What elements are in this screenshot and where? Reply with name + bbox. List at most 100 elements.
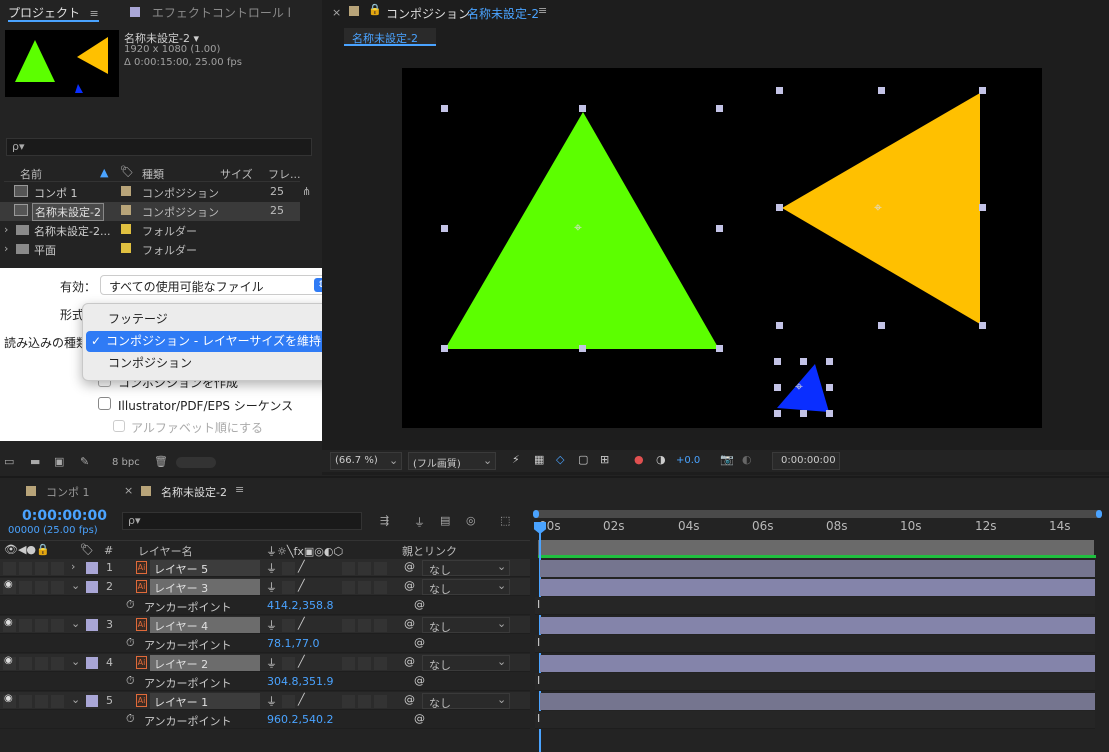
transform-handle[interactable] bbox=[716, 345, 723, 352]
new-folder-icon[interactable]: ▬ bbox=[30, 455, 40, 468]
expression-pickwhip-icon[interactable]: @ bbox=[414, 636, 425, 649]
anchor-value[interactable]: 414.2,358.8 bbox=[267, 599, 333, 612]
layer-row[interactable]: › 1 Ai レイヤー 5 ⏚ ╱ @ なし ⌄ bbox=[0, 559, 530, 577]
collapse-switch-icon[interactable]: ⏚ bbox=[266, 655, 277, 671]
layer-duration-bar[interactable] bbox=[540, 655, 1095, 672]
quality-switch[interactable] bbox=[282, 619, 295, 632]
transform-handle[interactable] bbox=[979, 204, 986, 211]
comp-flowchart-icon[interactable]: ⇶ bbox=[380, 514, 389, 527]
transform-handle[interactable] bbox=[878, 87, 885, 94]
quality-select[interactable]: (フル画質) ⌄ bbox=[408, 452, 496, 470]
layer-label-swatch[interactable] bbox=[86, 657, 98, 669]
solo-toggle[interactable] bbox=[35, 657, 48, 670]
search-input[interactable]: ρ▾ bbox=[6, 138, 312, 156]
quality-line-icon[interactable]: ╱ bbox=[298, 655, 305, 668]
chevron-right-icon[interactable]: › bbox=[4, 242, 8, 255]
menu-item-comp[interactable]: コンポジション bbox=[86, 353, 334, 374]
mask-visibility-icon[interactable]: ◇ bbox=[556, 453, 564, 466]
transform-handle[interactable] bbox=[776, 322, 783, 329]
collapse-switch-icon[interactable]: ⏚ bbox=[266, 560, 277, 576]
layer-label-swatch[interactable] bbox=[86, 562, 98, 574]
switch-box[interactable] bbox=[358, 562, 371, 575]
pickwhip-icon[interactable]: @ bbox=[404, 617, 415, 630]
layer-row[interactable]: ◉ ⌄ 3 Ai レイヤー 4 ⏚ ╱ @ なし ⌄ bbox=[0, 616, 530, 634]
fast-preview-icon[interactable]: ⚡ bbox=[512, 453, 520, 466]
graph-editor-icon[interactable]: ⬚ bbox=[500, 514, 510, 527]
transform-handle[interactable] bbox=[776, 204, 783, 211]
quality-line-icon[interactable]: ╱ bbox=[298, 560, 305, 573]
chevron-down-icon[interactable]: ⌄ bbox=[71, 579, 80, 592]
switch-box[interactable] bbox=[358, 581, 371, 594]
menu-icon[interactable]: ≡ bbox=[538, 4, 547, 17]
visibility-toggle[interactable]: ◉ bbox=[3, 693, 16, 708]
parent-select[interactable]: なし ⌄ bbox=[422, 579, 510, 596]
lock-toggle[interactable] bbox=[51, 619, 64, 632]
collapse-switch-icon[interactable]: ⏚ bbox=[266, 617, 277, 633]
flowchart-icon[interactable]: ⋔ bbox=[302, 185, 311, 198]
parent-select[interactable]: なし ⌄ bbox=[422, 693, 510, 710]
expression-pickwhip-icon[interactable]: @ bbox=[414, 674, 425, 687]
transform-handle[interactable] bbox=[579, 345, 586, 352]
region-of-interest-icon[interactable]: ▢ bbox=[578, 453, 588, 466]
motion-blur-icon[interactable]: ◎ bbox=[466, 514, 476, 527]
anchor-point-icon[interactable]: ⌖ bbox=[874, 200, 882, 216]
keyframe-marker-icon[interactable]: I bbox=[537, 598, 540, 611]
layer-duration-bar[interactable] bbox=[540, 579, 1095, 596]
solo-toggle[interactable] bbox=[35, 619, 48, 632]
switch-box[interactable] bbox=[342, 695, 355, 708]
comp-subtab[interactable]: 名称未設定-2 bbox=[344, 28, 436, 46]
effects-tab[interactable]: エフェクトコントロール l bbox=[130, 4, 291, 21]
parent-select[interactable]: なし ⌄ bbox=[422, 560, 510, 577]
switch-box[interactable] bbox=[374, 619, 387, 632]
lock-toggle[interactable] bbox=[51, 657, 64, 670]
anchor-point-icon[interactable]: ⌖ bbox=[795, 379, 803, 395]
enable-select[interactable]: すべての使用可能なファイル ⇕ bbox=[100, 275, 331, 295]
keyframe-marker-icon[interactable]: I bbox=[537, 636, 540, 649]
menu-icon[interactable]: ≡ bbox=[90, 7, 99, 20]
close-icon[interactable]: × bbox=[332, 6, 341, 19]
grid-guides-icon[interactable]: ⊞ bbox=[600, 453, 609, 466]
parent-select[interactable]: なし ⌄ bbox=[422, 655, 510, 672]
col-name[interactable]: 名前 bbox=[20, 166, 42, 182]
trash-icon[interactable]: 🗑 bbox=[154, 455, 168, 468]
timeline-search-input[interactable]: ρ▾ bbox=[122, 512, 362, 530]
lock-toggle[interactable] bbox=[51, 695, 64, 708]
checkbox-illustrator[interactable] bbox=[98, 397, 111, 410]
transparency-grid-icon[interactable]: ▦ bbox=[534, 453, 544, 466]
pickwhip-icon[interactable]: @ bbox=[404, 579, 415, 592]
project-tab[interactable]: プロジェクト ≡ bbox=[8, 4, 99, 22]
transform-handle[interactable] bbox=[579, 105, 586, 112]
menu-item-footage[interactable]: フッテージ bbox=[86, 309, 334, 330]
bpc-button[interactable]: 8 bpc bbox=[112, 457, 140, 468]
layer-duration-bar[interactable] bbox=[540, 693, 1095, 710]
list-item[interactable]: › 平面 フォルダー bbox=[0, 240, 300, 259]
quality-line-icon[interactable]: ╱ bbox=[298, 693, 305, 706]
zoom-select[interactable]: (66.7 %) ⌄ bbox=[330, 452, 402, 470]
layer-name-box[interactable]: レイヤー 5 bbox=[150, 560, 260, 576]
transform-handle[interactable] bbox=[716, 225, 723, 232]
transform-handle[interactable] bbox=[774, 410, 781, 417]
comp-canvas[interactable]: ⌖ ⌖ ⌖ bbox=[402, 68, 1042, 428]
reset-exposure-icon[interactable]: ◑ bbox=[656, 453, 666, 466]
work-area-bar[interactable] bbox=[535, 510, 1101, 518]
layer-duration-bar[interactable] bbox=[540, 560, 1095, 577]
chevron-down-icon[interactable]: ⌄ bbox=[71, 617, 80, 630]
quality-line-icon[interactable]: ╱ bbox=[298, 579, 305, 592]
viewer-tab-name[interactable]: 名称未設定-2 bbox=[467, 5, 539, 22]
collapse-switch-icon[interactable]: ⏚ bbox=[266, 579, 277, 595]
chevron-right-icon[interactable]: › bbox=[4, 223, 8, 236]
chevron-down-icon[interactable]: ⌄ bbox=[71, 693, 80, 706]
transform-handle[interactable] bbox=[441, 225, 448, 232]
keyframe-marker-icon[interactable]: I bbox=[537, 712, 540, 725]
show-snapshot-icon[interactable]: ◐ bbox=[742, 453, 752, 466]
transform-handle[interactable] bbox=[441, 345, 448, 352]
transform-handle[interactable] bbox=[979, 322, 986, 329]
col-type[interactable]: 種類 bbox=[142, 166, 164, 182]
transform-handle[interactable] bbox=[979, 87, 986, 94]
transform-handle[interactable] bbox=[800, 410, 807, 417]
layer-name-box[interactable]: レイヤー 4 bbox=[150, 617, 260, 633]
anchor-value[interactable]: 304.8,351.9 bbox=[267, 675, 333, 688]
timeline-timecode[interactable]: 0:00:00:00 bbox=[22, 508, 107, 524]
pen-icon[interactable]: ✎ bbox=[80, 455, 89, 468]
keyframe-marker-icon[interactable]: I bbox=[537, 674, 540, 687]
